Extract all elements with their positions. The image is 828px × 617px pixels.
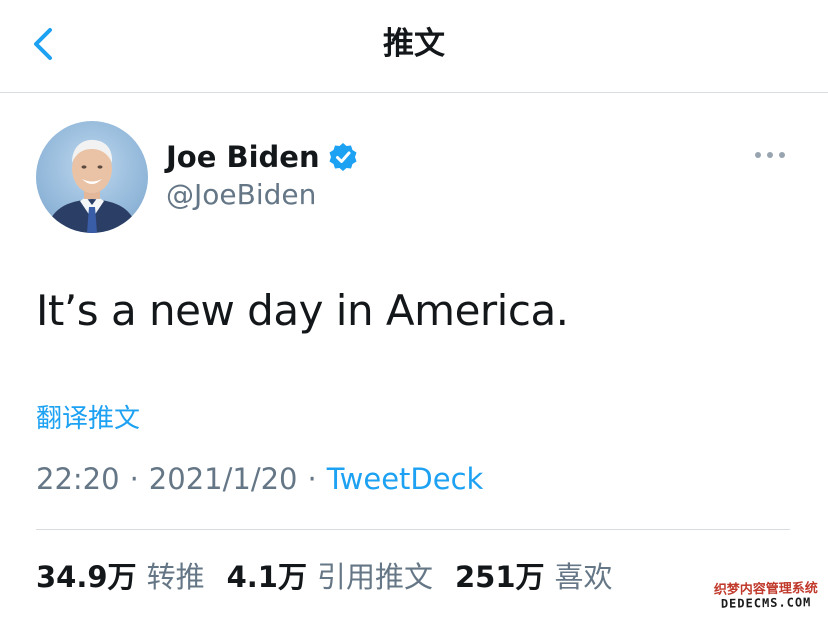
- separator-dot: ·: [129, 462, 139, 496]
- tweet-detail-screen: 推文 Joe Biden @JoeBiden It’s a new day in…: [0, 0, 828, 617]
- watermark: 织梦内容管理系统 DEDECMS.COM: [712, 581, 820, 611]
- likes-label: 喜欢: [554, 560, 613, 594]
- author-name-row[interactable]: Joe Biden: [166, 138, 358, 176]
- author-handle[interactable]: @JoeBiden: [166, 178, 316, 211]
- author-display-name: Joe Biden: [166, 140, 320, 174]
- separator-dot: ·: [307, 462, 317, 496]
- divider: [36, 529, 790, 530]
- likes-count: 251万: [454, 560, 545, 594]
- retweets-label: 转推: [146, 560, 205, 594]
- more-options-button[interactable]: [748, 140, 792, 170]
- verified-badge-icon: [329, 143, 357, 171]
- engagement-stats: 34.9万 转推 4.1万 引用推文 251万 喜欢: [36, 554, 635, 596]
- quote-tweets-label: 引用推文: [316, 560, 433, 594]
- tweet-metadata: 22:20 · 2021/1/20 · TweetDeck: [36, 462, 483, 496]
- author-avatar[interactable]: [36, 121, 148, 233]
- translate-tweet-link[interactable]: 翻译推文: [36, 398, 140, 435]
- tweet-time: 22:20: [36, 462, 120, 496]
- likes-stat[interactable]: 251万 喜欢: [455, 554, 613, 596]
- retweets-stat[interactable]: 34.9万 转推: [36, 554, 205, 596]
- retweets-count: 34.9万: [36, 560, 137, 594]
- tweet-source-link[interactable]: TweetDeck: [327, 462, 484, 496]
- page-title: 推文: [383, 26, 445, 62]
- more-horizontal-icon: [755, 152, 785, 158]
- quote-tweets-stat[interactable]: 4.1万 引用推文: [227, 554, 433, 596]
- tweet-date: 2021/1/20: [148, 462, 298, 496]
- top-bar: 推文: [0, 0, 828, 93]
- avatar-image: [36, 121, 148, 233]
- watermark-line-2: DEDECMS.COM: [720, 594, 812, 611]
- tweet-text: It’s a new day in America.: [36, 286, 569, 335]
- quote-tweets-count: 4.1万: [226, 560, 307, 594]
